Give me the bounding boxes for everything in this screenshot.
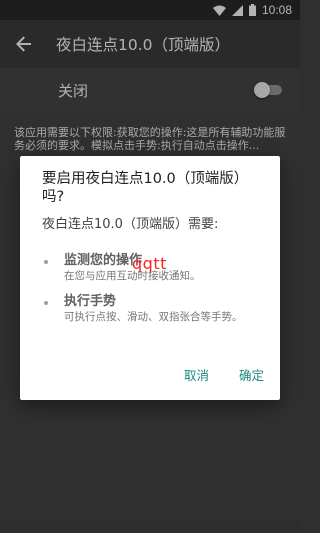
permission-title: 监测您的操作 [64, 253, 143, 268]
permission-dialog: 要启用夜白连点10.0（顶端版）吗? 夜白连点10.0（顶端版）需要: 监测您的… [20, 156, 280, 400]
cancel-button[interactable]: 取消 [184, 365, 209, 384]
permission-desc: 可执行点按、滑动、双指张合等手势。 [64, 311, 243, 323]
permission-title: 执行手势 [64, 294, 117, 309]
dialog-title: 要启用夜白连点10.0（顶端版）吗? [42, 171, 249, 205]
navigation-bar [0, 520, 300, 533]
confirm-button[interactable]: 确定 [239, 365, 264, 384]
dialog-actions: 取消 确定 [184, 365, 264, 384]
bullet-icon [44, 301, 48, 305]
bullet-icon [44, 260, 48, 264]
watermark-text: qqtt [132, 254, 167, 273]
dialog-subtitle: 夜白连点10.0（顶端版）需要: [42, 217, 219, 232]
